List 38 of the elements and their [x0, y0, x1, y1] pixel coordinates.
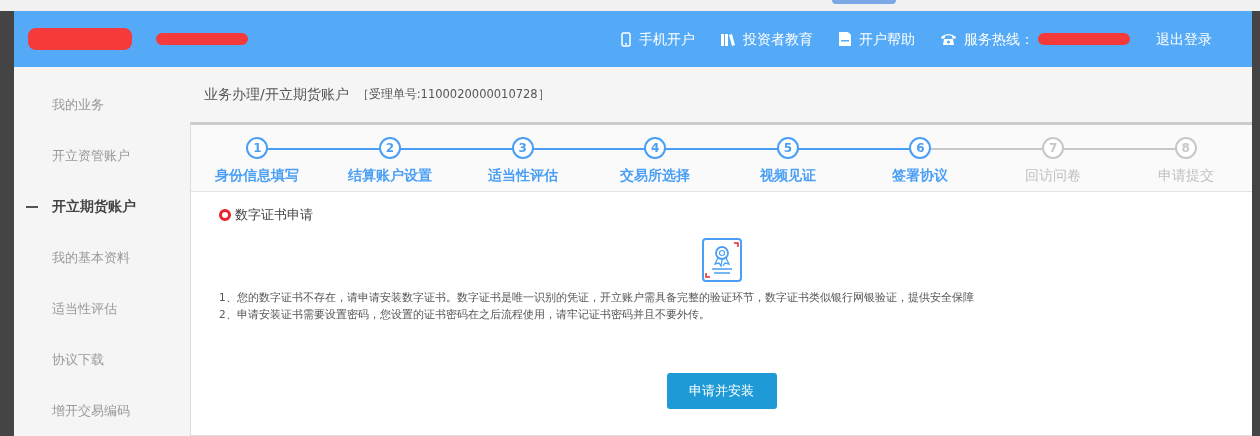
- breadcrumb: 业务办理/开立期货账户: [204, 85, 349, 104]
- sidebar-item[interactable]: 协议下载: [52, 349, 104, 370]
- step-number: 6: [909, 137, 932, 159]
- dash-icon: [26, 206, 38, 208]
- step-label: 交易所选择: [620, 166, 691, 185]
- radio-marker-icon: [219, 209, 231, 222]
- telephone-icon: [941, 33, 956, 45]
- certificate-icon: [700, 236, 743, 283]
- sidebar-item[interactable]: 开立期货账户: [52, 196, 136, 217]
- document-icon: [839, 32, 851, 46]
- header-link[interactable]: 服务热线：: [941, 28, 1034, 50]
- apply-install-button[interactable]: 申请并安装: [666, 372, 777, 409]
- sidebar-item[interactable]: 我的基本资料: [52, 247, 130, 268]
- ticket-number: ［受理单号:1100020000010728］: [356, 85, 550, 103]
- step-number: 5: [776, 137, 799, 159]
- header-link[interactable]: 退出登录: [1156, 28, 1212, 50]
- step-number: 3: [511, 137, 534, 159]
- books-icon: [721, 32, 735, 46]
- step-label: 签署协议: [892, 166, 949, 185]
- sidebar-item[interactable]: 适当性评估: [52, 298, 117, 319]
- step-number: 4: [644, 137, 667, 159]
- sidebar-item[interactable]: 增开交易编码: [52, 400, 130, 421]
- step-label: 结算账户设置: [347, 166, 432, 185]
- sidebar-item[interactable]: 开立资管账户: [52, 145, 130, 166]
- sidebar-item[interactable]: 我的业务: [52, 94, 104, 115]
- step-number: 2: [378, 137, 401, 159]
- step-label: 身份信息填写: [215, 166, 300, 185]
- step-label: 视频见证: [759, 166, 816, 185]
- instruction-text: 2、申请安装证书需要设置密码，您设置的证书密码在之后流程使用，请牢记证书密码并且不要外传。: [219, 306, 711, 322]
- phone-icon: [621, 31, 631, 47]
- header-link[interactable]: 手机开户: [621, 28, 695, 50]
- header-link[interactable]: 开户帮助: [839, 28, 915, 50]
- header-link[interactable]: 投资者教育: [721, 28, 813, 50]
- instruction-text: 1、您的数字证书不存在，请申请安装数字证书。数字证书是唯一识别的凭证，开立账户需具备完整的验证环节，数字证书类似银行网银验证，提供安全保障: [219, 289, 975, 305]
- step-label: 适当性评估: [487, 166, 558, 185]
- section-title: 数字证书申请: [235, 206, 313, 224]
- step-number: 1: [246, 137, 269, 159]
- step-label: 申请提交: [1157, 166, 1214, 185]
